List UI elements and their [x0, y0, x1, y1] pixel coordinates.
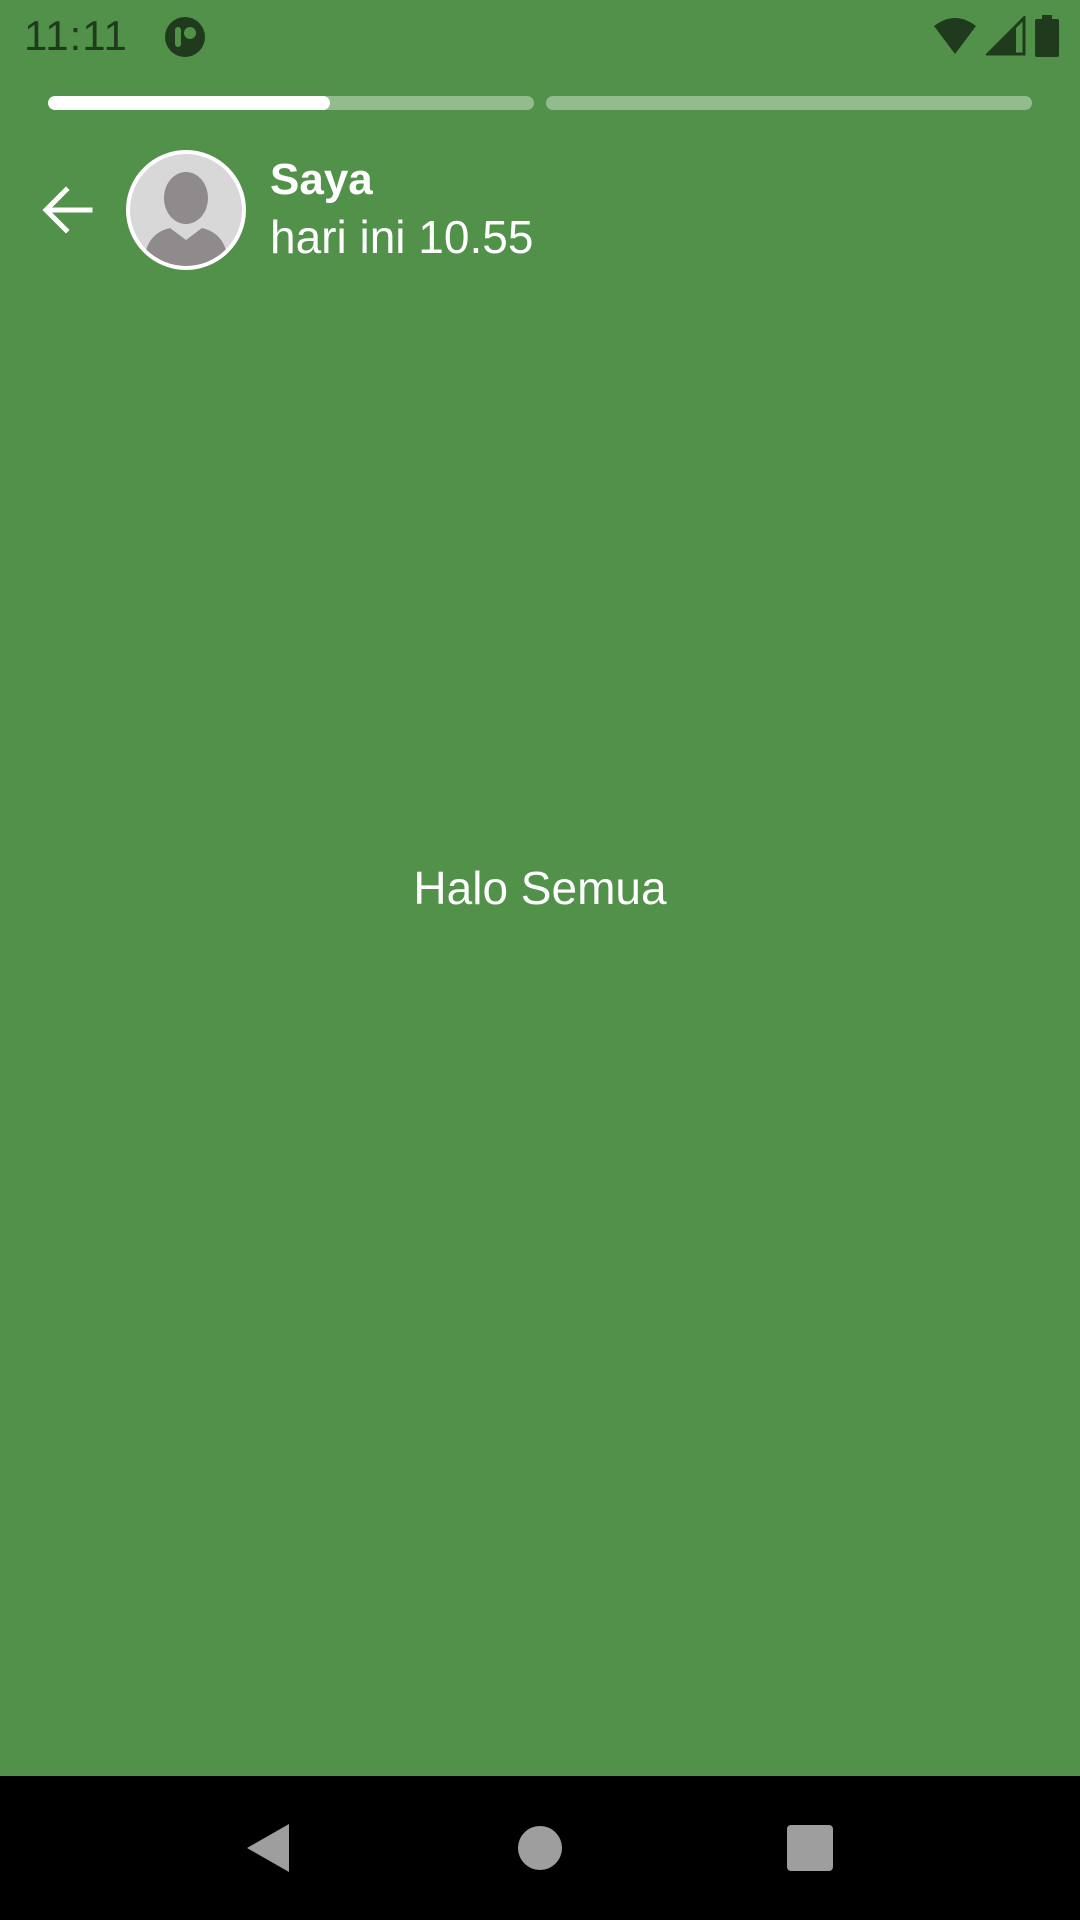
status-icons: [932, 14, 1060, 58]
wifi-icon: [934, 18, 976, 54]
nav-recents-button[interactable]: [760, 1798, 860, 1898]
arrow-back-icon: [42, 186, 93, 234]
nav-home-button[interactable]: [490, 1798, 590, 1898]
battery-icon: [1035, 15, 1059, 57]
author-name: Saya: [270, 155, 373, 204]
signal-icon: [986, 16, 1026, 56]
back-triangle-icon: [247, 1824, 289, 1872]
avatar-image: [130, 154, 242, 266]
recents-square-icon: [787, 1825, 833, 1871]
progress-segment: [546, 96, 1032, 110]
navigation-bar: [0, 1776, 1080, 1920]
progress-segment: [48, 96, 534, 110]
story-header-info: Saya hari ini 10.55: [270, 152, 533, 266]
back-button[interactable]: [28, 170, 108, 250]
home-circle-icon: [518, 1826, 562, 1870]
story-screen[interactable]: 11:11 Saya hari ini 10.55 Halo Semua: [0, 0, 1080, 1776]
default-person-icon: [144, 172, 228, 266]
story-progress: [48, 96, 1032, 110]
post-timestamp: hari ini 10.55: [270, 211, 534, 263]
status-time: 11:11: [24, 12, 128, 59]
notification-app-icon: [165, 17, 205, 57]
status-bar: 11:11: [0, 0, 1080, 72]
avatar[interactable]: [126, 150, 246, 270]
progress-fill: [48, 96, 330, 110]
nav-back-button[interactable]: [218, 1798, 318, 1898]
story-text: Halo Semua: [413, 862, 667, 914]
